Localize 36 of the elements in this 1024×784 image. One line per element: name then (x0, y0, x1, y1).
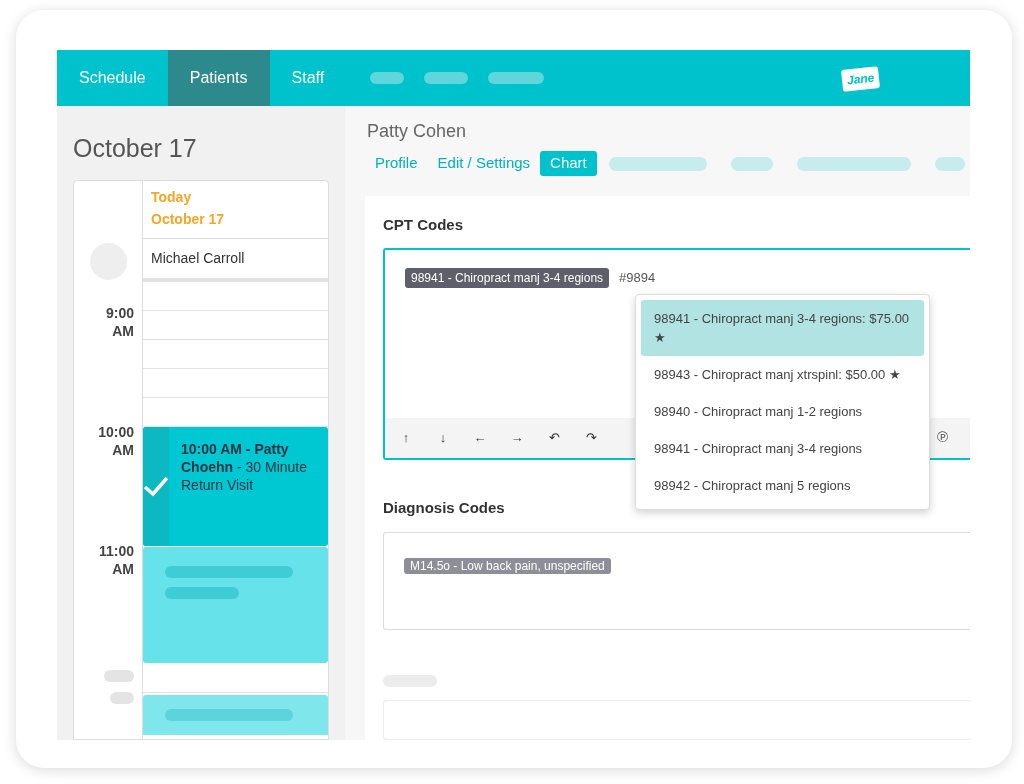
suggestion-item[interactable]: 98941 - Chiropract manj 3-4 regions: $75.00 ★ (641, 300, 924, 356)
section-title: Diagnosis Codes (383, 497, 506, 518)
placeholder-bar (730, 156, 773, 171)
time-label: 11:00 AM (97, 541, 134, 578)
placeholder-bar (104, 669, 134, 682)
code-tag: M14.5o - Low back pain, unspecified (404, 558, 611, 574)
code-input[interactable]: #9894 (619, 267, 690, 287)
toolbar-button[interactable]: ← (473, 427, 487, 448)
code-tag: 98941 - Chiropract manj 3-4 regions (405, 267, 610, 288)
placeholder-bar (370, 72, 405, 84)
section-title: CPT Codes (383, 215, 464, 235)
toolbar-button[interactable]: ↷ (584, 427, 598, 448)
toolbar-button[interactable]: ↑ (399, 427, 413, 448)
toolbar-button[interactable]: ℗ (936, 426, 948, 449)
time-label: 10:00 AM (97, 422, 134, 459)
toolbar-button[interactable]: ↓ (436, 427, 450, 448)
provider-name: Michael Carroll (143, 238, 328, 282)
check-icon (143, 475, 169, 497)
placeholder-bar (488, 72, 545, 84)
logo: Jane (841, 66, 881, 92)
suggestion-item[interactable]: 98942 - Chiropract manj 5 regions (641, 467, 924, 504)
placeholder-bar (934, 156, 965, 171)
suggestion-item[interactable]: 98940 - Chiropract manj 1-2 regions (641, 393, 924, 430)
appointment-text: 10:00 AM - Patty Choehn - 30 Minute Return Visit (180, 439, 309, 495)
patient-name: Patty Cohen (366, 120, 468, 143)
appointment-card[interactable]: 10:00 AM - Patty Choehn - 30 Minute Return Visit (143, 426, 328, 546)
placeholder-bar (110, 691, 134, 704)
suggestion-item[interactable]: 98943 - Chiropract manj xtrspinl: $50.00 ★ (641, 356, 924, 393)
toolbar-button[interactable]: ↶ (547, 427, 561, 448)
nav-tab[interactable]: Patients (167, 50, 270, 106)
toolbar-button[interactable]: → (510, 427, 524, 448)
date-heading: October 17 (73, 133, 198, 164)
time-label: 9:00 AM (104, 303, 134, 340)
day-label: Today (151, 187, 193, 207)
placeholder-bar (424, 72, 469, 84)
day-date: October 17 (151, 209, 226, 229)
